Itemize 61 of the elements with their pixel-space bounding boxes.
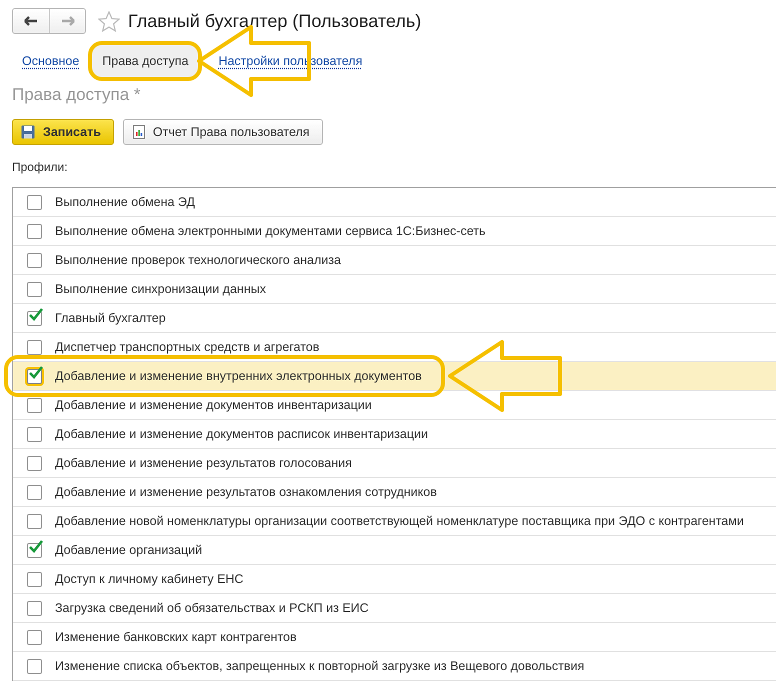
- profile-name: Доступ к личному кабинету ЕНС: [55, 572, 244, 586]
- profile-row[interactable]: Выполнение проверок технологического анализа: [13, 246, 776, 275]
- profiles-label: Профили:: [11, 160, 69, 174]
- checkbox[interactable]: [26, 514, 42, 528]
- checkbox[interactable]: [26, 600, 42, 616]
- profile-row[interactable]: Добавление организаций: [13, 536, 776, 565]
- profile-name: Добавление и изменение внутренних электронных документов: [55, 369, 422, 383]
- profile-name: Главный бухгалтер: [55, 311, 166, 325]
- checkbox[interactable]: [26, 542, 42, 558]
- report-button[interactable]: Отчет Права пользователя: [122, 119, 323, 145]
- window-title: Главный бухгалтер (Пользователь): [128, 10, 422, 32]
- profile-row[interactable]: Выполнение обмена ЭД: [13, 188, 776, 217]
- profile-name: Добавление и изменение документов расписок инвентаризации: [55, 427, 428, 441]
- checkbox[interactable]: [26, 310, 42, 326]
- profile-row[interactable]: Выполнение обмена электронными документами сервиса 1С:Бизнес-сеть: [13, 217, 776, 246]
- checkbox[interactable]: [26, 456, 42, 470]
- profile-name: Выполнение обмена электронными документами сервиса 1С:Бизнес-сеть: [55, 224, 486, 238]
- profile-row[interactable]: Изменение списка объектов, запрещенных к повторной загрузке из Вещевого довольствия: [13, 652, 776, 681]
- checkbox[interactable]: [26, 340, 42, 354]
- star-icon[interactable]: [98, 10, 120, 32]
- profile-row[interactable]: Доступ к личному кабинету ЕНС: [13, 565, 776, 594]
- profile-row[interactable]: Выполнение синхронизации данных: [13, 275, 776, 304]
- checkbox[interactable]: [26, 252, 42, 268]
- section-title: Права доступа *: [11, 85, 142, 105]
- checkbox[interactable]: [26, 368, 42, 384]
- checkbox[interactable]: [26, 572, 42, 586]
- tab[interactable]: Основное: [18, 41, 86, 81]
- checkbox[interactable]: [26, 194, 42, 210]
- forward-arrow-icon: [60, 16, 74, 26]
- checkbox[interactable]: [26, 398, 42, 412]
- report-chart-icon: [132, 125, 145, 139]
- checkbox[interactable]: [26, 426, 42, 442]
- profile-name: Выполнение синхронизации данных: [55, 282, 266, 296]
- profile-row[interactable]: Добавление и изменение результатов голосования: [13, 449, 776, 478]
- profile-name: Выполнение проверок технологического анализа: [55, 253, 341, 267]
- checkbox[interactable]: [26, 630, 42, 644]
- profile-name: Выполнение обмена ЭД: [55, 195, 195, 209]
- profile-row[interactable]: Добавление и изменение документов инвентаризации: [13, 391, 776, 420]
- checkbox[interactable]: [26, 224, 42, 238]
- profile-row[interactable]: Главный бухгалтер: [13, 304, 776, 333]
- profile-row[interactable]: Добавление и изменение внутренних электронных документов: [13, 362, 776, 391]
- checkbox[interactable]: [26, 282, 42, 296]
- profile-row[interactable]: Загрузка сведений об обязательствах и РСКП из ЕИС: [13, 594, 776, 623]
- profile-name: Добавление новой номенклатуры организации соответствующей номенклатуре поставщика при ЭДО с контрагентами: [55, 514, 744, 528]
- profile-row[interactable]: Добавление новой номенклатуры организации соответствующей номенклатуре поставщика при ЭДО с контрагентами: [13, 507, 776, 536]
- profile-row[interactable]: Добавление и изменение документов расписок инвентаризации: [13, 420, 776, 449]
- profile-row[interactable]: Добавление и изменение результатов ознакомления сотрудников: [13, 478, 776, 507]
- profile-name: Диспетчер транспортных средств и агрегатов: [55, 340, 320, 354]
- profile-name: Добавление и изменение результатов голосования: [55, 456, 352, 470]
- save-button[interactable]: Записать: [12, 119, 114, 145]
- checkbox[interactable]: [26, 658, 42, 674]
- profile-name: Добавление и изменение документов инвентаризации: [55, 398, 372, 412]
- profile-name: Загрузка сведений об обязательствах и РСКП из ЕИС: [55, 601, 369, 615]
- checkbox[interactable]: [26, 484, 42, 500]
- back-arrow-icon: [24, 16, 38, 26]
- profile-name: Добавление и изменение результатов ознакомления сотрудников: [55, 485, 437, 499]
- profile-name: Изменение списка объектов, запрещенных к повторной загрузке из Вещевого довольствия: [55, 659, 584, 673]
- profile-row[interactable]: Изменение банковских карт контрагентов: [13, 623, 776, 652]
- profile-name: Изменение банковских карт контрагентов: [55, 630, 297, 644]
- tab[interactable]: Права доступа: [88, 41, 202, 81]
- profile-name: Добавление организаций: [55, 543, 202, 557]
